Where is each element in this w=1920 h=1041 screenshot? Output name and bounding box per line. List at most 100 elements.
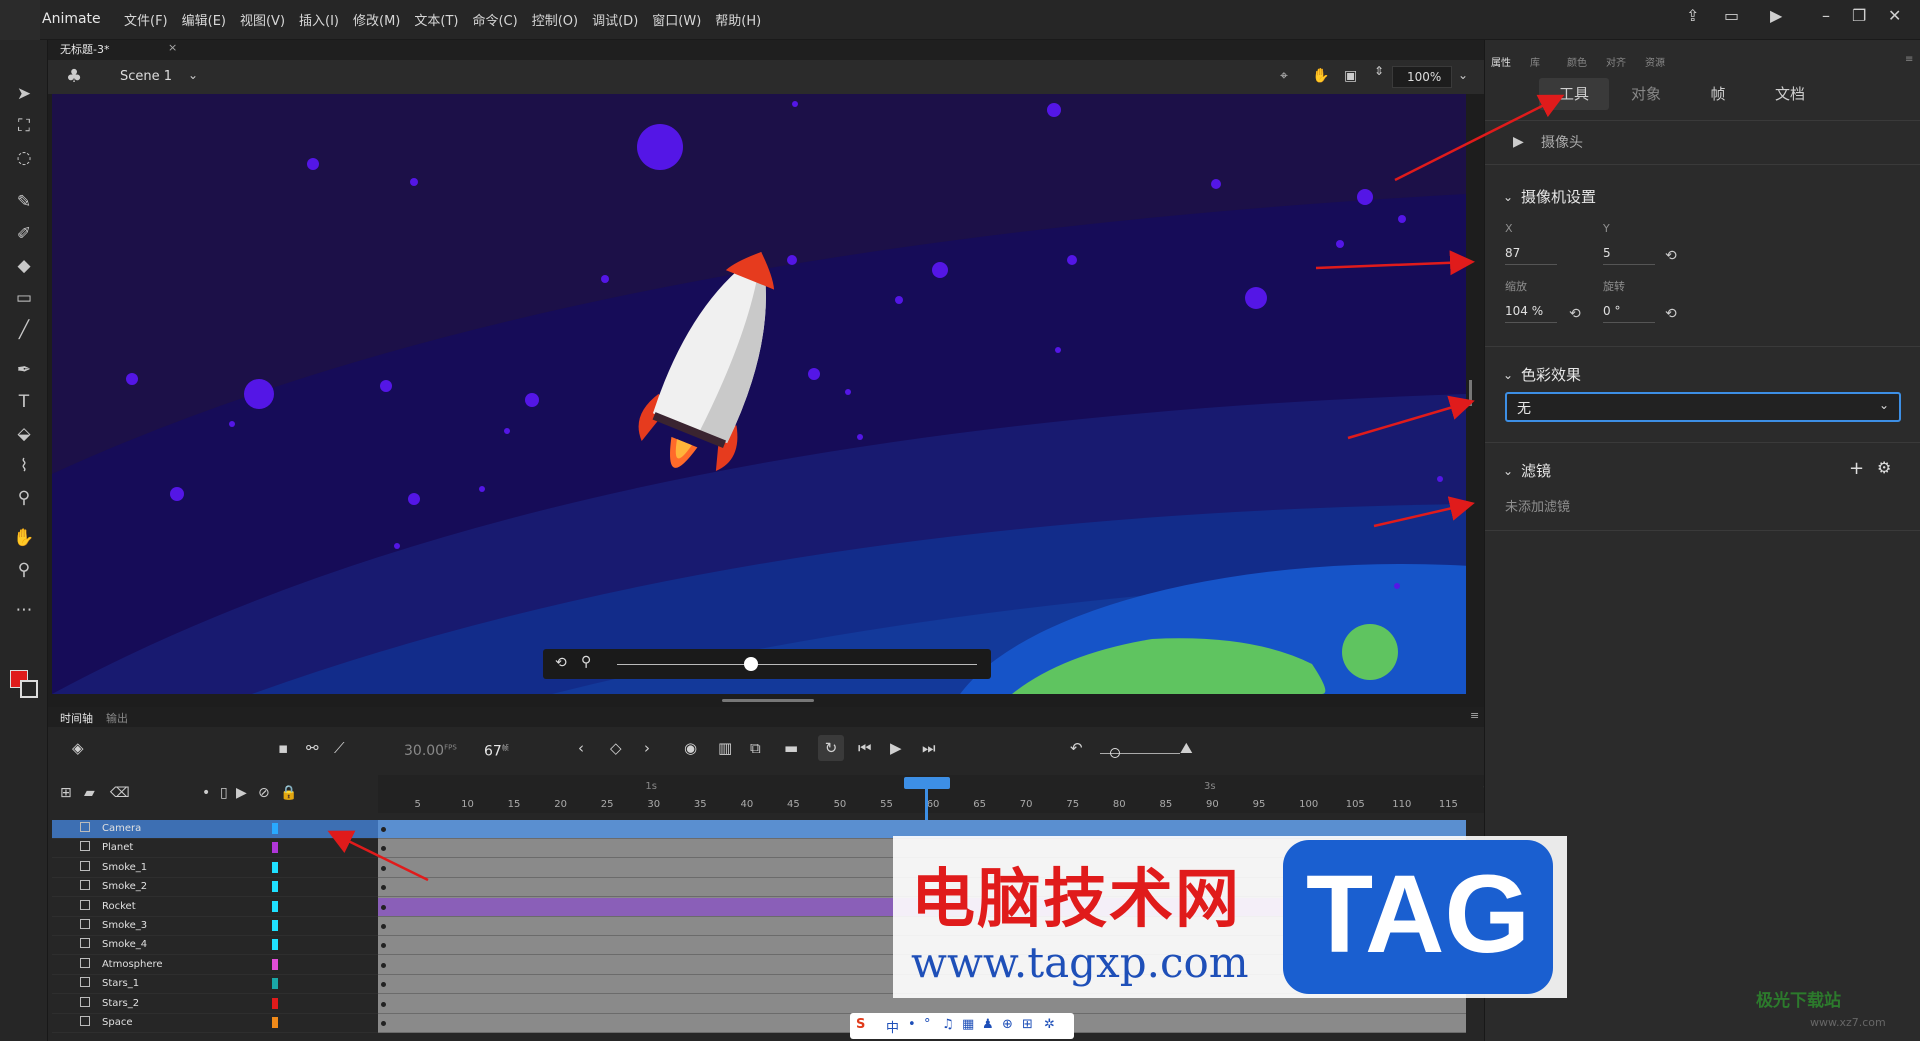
reset-zoom-icon[interactable]: ⟲ [1569, 306, 1581, 322]
parenting-icon[interactable]: ⚯ [306, 739, 319, 757]
stage-horizontal-scrollbar[interactable] [722, 699, 814, 702]
minimize-icon[interactable]: – [1822, 6, 1830, 25]
layer-color-swatch[interactable] [272, 823, 278, 834]
sogou-logo-icon[interactable]: S [856, 1017, 865, 1032]
tab-assets[interactable]: 资源 [1645, 54, 1665, 69]
hand-tool-icon[interactable]: ✋ [12, 526, 36, 550]
eyedropper-tool-icon[interactable]: ⌇ [12, 454, 36, 478]
undo-zoom-icon[interactable]: ↶ [1070, 739, 1083, 757]
fit-timeline-icon[interactable]: ⛰ [1180, 739, 1193, 757]
ime-punctuation[interactable]: • [908, 1017, 916, 1032]
prev-keyframe-icon[interactable]: ‹ [578, 739, 584, 757]
layer-row[interactable]: Smoke_2 [52, 878, 378, 898]
game-icon[interactable]: ⊕ [1002, 1017, 1013, 1032]
document-close-icon[interactable]: × [168, 41, 177, 54]
camera-toggle-icon[interactable]: ▪ [278, 739, 288, 757]
layer-color-swatch[interactable] [272, 842, 278, 854]
highlight-layer-icon[interactable]: • [202, 785, 210, 801]
layer-color-swatch[interactable] [272, 997, 278, 1009]
scene-dropdown-icon[interactable]: ⌄ [188, 68, 198, 82]
menu-edit[interactable]: 编辑(E) [182, 10, 226, 29]
layer-color-swatch[interactable] [272, 861, 278, 873]
reset-position-icon[interactable]: ⟲ [1665, 248, 1677, 264]
tab-frame[interactable]: 帧 [1683, 78, 1753, 110]
scene-label[interactable]: Scene 1 [120, 69, 172, 84]
tab-color[interactable]: 颜色 [1567, 54, 1587, 69]
keyframe-dot[interactable] [381, 943, 386, 949]
microphone-icon[interactable]: ♫ [942, 1017, 954, 1032]
layer-color-swatch[interactable] [272, 939, 278, 951]
menu-window[interactable]: 窗口(W) [652, 10, 701, 29]
keyframe-dot[interactable] [381, 885, 386, 891]
layer-color-swatch[interactable] [272, 1017, 278, 1028]
camera-view-icon[interactable]: ✋ [1312, 68, 1329, 84]
y-field[interactable]: 5 [1603, 246, 1655, 265]
tab-document[interactable]: 文档 [1755, 78, 1825, 110]
eraser-tool-icon[interactable]: ◆ [12, 254, 36, 278]
layer-row[interactable]: Space [52, 1014, 378, 1033]
tab-properties[interactable]: 属性 [1491, 54, 1511, 69]
layer-color-swatch[interactable] [272, 900, 278, 912]
document-tab[interactable]: 无标题-3* [60, 41, 109, 57]
zoom-field[interactable]: 100% [1392, 66, 1452, 88]
layer-row[interactable]: Stars_2 [52, 994, 378, 1014]
chevron-down-icon[interactable]: ⌄ [1503, 368, 1513, 382]
snap-icon[interactable]: ⌖ [1280, 68, 1288, 84]
panel-menu-icon[interactable]: ≡ [1905, 54, 1913, 65]
menu-control[interactable]: 控制(O) [532, 10, 578, 29]
camera-zoom-handle[interactable] [744, 657, 758, 671]
text-tool-icon[interactable]: T [12, 390, 36, 414]
tab-library[interactable]: 库 [1530, 54, 1540, 69]
color-effect-select[interactable]: 无 ⌄ [1505, 392, 1901, 422]
zoom-value-field[interactable]: 104 % [1505, 304, 1557, 323]
timeline-menu-icon[interactable]: ≡ [1470, 709, 1479, 722]
tab-tool[interactable]: 工具 [1539, 78, 1609, 110]
layer-color-swatch[interactable] [272, 978, 278, 990]
zoom-stepper-icon[interactable]: ⇕ [1374, 64, 1384, 78]
keyframe-dot[interactable] [381, 924, 386, 929]
edit-multiple-icon[interactable]: ▥ [718, 739, 732, 757]
layer-row[interactable]: Planet [52, 839, 378, 859]
stage-vertical-scrollbar[interactable] [1469, 380, 1472, 406]
step-back-icon[interactable]: ⏮ [858, 739, 872, 757]
skin-icon[interactable]: ♟ [982, 1017, 994, 1032]
brush-tool-icon[interactable]: ✐ [12, 222, 36, 246]
paint-bucket-tool-icon[interactable]: ⬙ [12, 422, 36, 446]
onion-skin-icon[interactable]: ◉ [684, 739, 697, 757]
restore-icon[interactable]: ❐ [1852, 6, 1866, 25]
keyframe-dot[interactable] [381, 982, 386, 988]
camera-rotate-icon[interactable]: ⟲ [555, 655, 567, 671]
chevron-down-icon[interactable]: ⌄ [1503, 464, 1513, 478]
test-movie-icon[interactable]: ▶ [1770, 6, 1782, 25]
layers-icon[interactable]: ◈ [72, 739, 84, 757]
menu-commands[interactable]: 命令(C) [472, 10, 517, 29]
menu-text[interactable]: 文本(T) [414, 10, 458, 29]
layer-depth-icon[interactable]: ⟋ [334, 739, 345, 757]
zoom-tool-icon[interactable]: ⚲ [12, 558, 36, 582]
timeline-zoom-handle[interactable] [1110, 748, 1120, 758]
clip-content-icon[interactable]: ▣ [1344, 68, 1357, 84]
toolbox-icon[interactable]: ⊞ [1022, 1017, 1033, 1032]
visibility-icon[interactable]: ⊘ [258, 785, 270, 801]
ime-settings-icon[interactable]: ✲ [1044, 1017, 1055, 1032]
loop-icon[interactable]: ↻ [818, 735, 844, 761]
workspace-icon[interactable]: ▭ [1724, 6, 1739, 25]
keyframe-dot[interactable] [381, 846, 386, 852]
lock-icon[interactable]: 🔒 [280, 785, 297, 801]
ime-width[interactable]: ° [924, 1017, 931, 1032]
step-forward-icon[interactable]: ⏭ [922, 739, 936, 757]
lasso-tool-icon[interactable]: ◌ [12, 146, 36, 170]
paint-brush-tool-icon[interactable]: ✎ [12, 190, 36, 214]
share-icon[interactable]: ⇪ [1686, 6, 1699, 25]
menu-view[interactable]: 视图(V) [240, 10, 285, 29]
layer-row[interactable]: Smoke_4 [52, 936, 378, 956]
new-folder-icon[interactable]: ▰ [84, 785, 95, 801]
free-transform-tool-icon[interactable]: ⛶ [12, 114, 36, 138]
keyframe-dot[interactable] [381, 962, 386, 968]
layer-row[interactable]: Camera [52, 820, 378, 839]
layer-color-swatch[interactable] [272, 920, 278, 931]
keyboard-icon[interactable]: ▦ [962, 1017, 974, 1032]
layer-row[interactable]: Stars_1 [52, 975, 378, 995]
layer-color-swatch[interactable] [272, 881, 278, 893]
playhead[interactable] [925, 782, 928, 820]
